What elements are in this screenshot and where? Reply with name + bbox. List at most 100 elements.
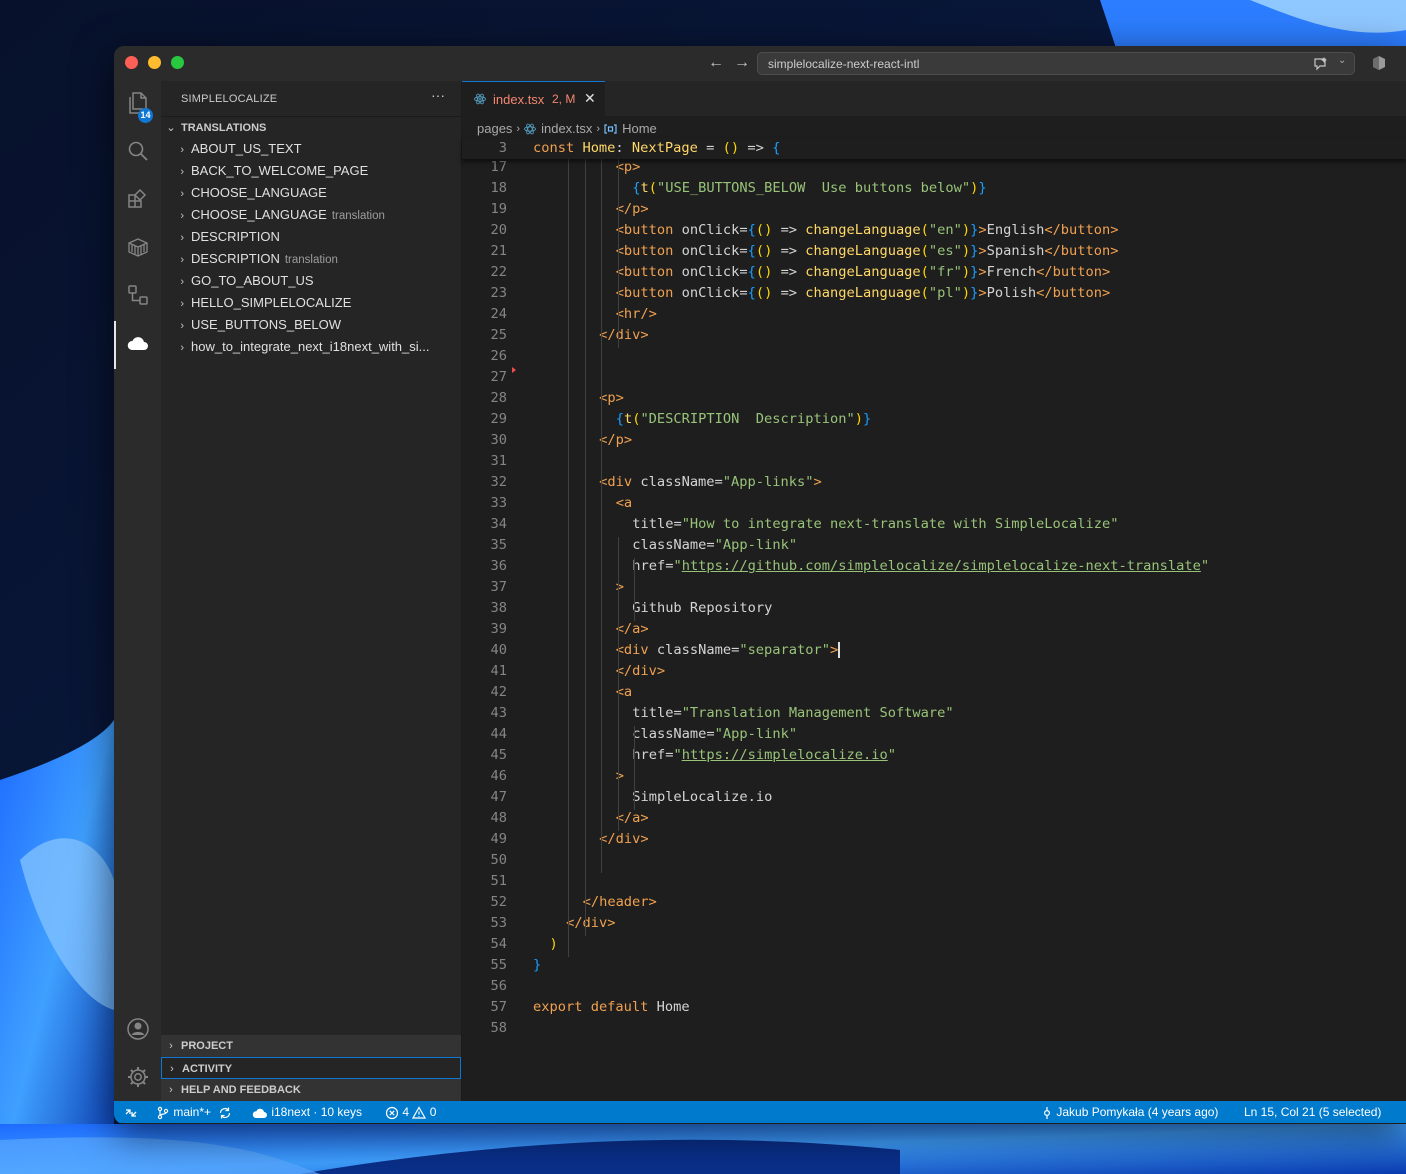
code-line: className="App-link" [632, 537, 798, 553]
indent-guide [634, 726, 636, 810]
breadcrumb-folder[interactable]: pages [477, 121, 512, 136]
translation-key-item[interactable]: › ABOUT_US_TEXT [161, 138, 461, 160]
line-number: 30 [490, 432, 507, 448]
indent-guide [617, 537, 619, 831]
translation-key-item[interactable]: › how_to_integrate_next_i18next_with_si..… [161, 336, 461, 358]
line-number: 33 [490, 495, 507, 511]
close-window-button[interactable] [125, 56, 138, 69]
explorer-activity[interactable]: 14 [114, 83, 161, 123]
code-line: title="How to integrate next-translate w… [632, 516, 1119, 532]
problems-indicator[interactable]: 4 0 [385, 1101, 436, 1123]
translation-key-item[interactable]: › DESCRIPTION [161, 226, 461, 248]
code-line: </div> [566, 915, 616, 931]
chevron-right-icon: › [180, 276, 184, 288]
project-section-header[interactable]: › PROJECT [161, 1035, 461, 1057]
remote-explorer-activity[interactable] [114, 227, 161, 267]
translation-key-label: ABOUT_US_TEXT [191, 141, 302, 156]
line-number: 17 [490, 159, 507, 175]
translation-key-label: BACK_TO_WELCOME_PAGE [191, 163, 369, 178]
cursor-position[interactable]: Ln 15, Col 21 (5 selected) [1244, 1101, 1381, 1123]
chevron-right-icon: › [180, 166, 184, 178]
git-blame-indicator[interactable]: Jakub Pomykała (4 years ago) [1041, 1101, 1218, 1123]
help-feedback-section-header[interactable]: › HELP AND FEEDBACK [161, 1079, 461, 1101]
extensions-activity[interactable] [114, 179, 161, 219]
editor-tab-bar: index.tsx 2, M ✕ [462, 81, 1406, 116]
symbol-variable-icon [604, 123, 617, 134]
back-arrow-icon[interactable]: ← [708, 54, 724, 72]
translation-key-label: USE_BUTTONS_BELOW [191, 317, 342, 332]
breadcrumb: pages › index.tsx › Home [477, 120, 657, 138]
breadcrumb-symbol[interactable]: Home [622, 121, 657, 136]
line-number: 51 [490, 873, 507, 889]
sync-icon[interactable] [218, 1106, 232, 1120]
tab-index-tsx[interactable]: index.tsx 2, M ✕ [462, 81, 605, 116]
chevron-right-icon: › [516, 122, 521, 135]
translation-key-item[interactable]: › GO_TO_ABOUT_US [161, 270, 461, 292]
line-number: 40 [490, 642, 507, 658]
activity-section-header[interactable]: › ACTIVITY [161, 1057, 461, 1079]
code-line: </p> [615, 201, 649, 217]
chevron-right-icon: › [169, 1084, 173, 1096]
translation-key-label: DESCRIPTION [191, 229, 280, 244]
code-line: </p> [599, 432, 633, 448]
line-number: 45 [490, 747, 507, 763]
breadcrumb-file[interactable]: index.tsx [541, 121, 592, 136]
copilot-chat-icon[interactable] [1313, 56, 1329, 72]
section-title: HELP AND FEEDBACK [181, 1084, 301, 1096]
search-activity[interactable] [114, 131, 161, 171]
accounts-layout-icon[interactable] [1372, 56, 1386, 70]
translation-key-item[interactable]: › HELLO_SIMPLELOCALIZE [161, 292, 461, 314]
translations-section-header[interactable]: ⌄ TRANSLATIONS [161, 116, 461, 138]
line-number: 53 [490, 915, 507, 931]
sidebar-title: SIMPLELOCALIZE [181, 93, 278, 105]
code-line: href="https://simplelocalize.io" [632, 747, 896, 763]
translation-key-label: GO_TO_ABOUT_US [191, 273, 314, 288]
accounts-activity[interactable] [114, 1009, 161, 1049]
status-bar: main*+ i18next · 10 keys 4 0 Jakub Pomyk… [114, 1101, 1406, 1123]
command-center-search[interactable]: simplelocalize-next-react-intl ⌄ [757, 52, 1355, 75]
chevron-right-icon: › [180, 188, 184, 200]
translation-key-item[interactable]: › CHOOSE_LANGUAGE [161, 182, 461, 204]
translation-key-item[interactable]: › DESCRIPTION translation [161, 248, 461, 270]
section-title: ACTIVITY [182, 1063, 233, 1075]
git-graph-icon [127, 285, 148, 305]
line-number: 23 [490, 285, 507, 301]
code-line: <button onClick={() => changeLanguage("f… [615, 264, 1111, 280]
zoom-window-button[interactable] [171, 56, 184, 69]
active-indicator [114, 321, 116, 369]
chevron-down-icon[interactable]: ⌄ [1338, 55, 1346, 66]
container-box-icon [127, 238, 148, 257]
code-line: </a> [615, 621, 649, 637]
translation-key-item[interactable]: › CHOOSE_LANGUAGE translation [161, 204, 461, 226]
line-number: 22 [490, 264, 507, 280]
code-line: <button onClick={() => changeLanguage("e… [615, 222, 1119, 238]
git-branch-icon [157, 1106, 169, 1120]
error-icon [385, 1106, 399, 1119]
code-editor[interactable]: 17 <p> 18 {t("USE_BUTTONS_BELOW Use buttons… [462, 159, 1406, 1099]
more-actions-icon[interactable]: ··· [431, 87, 445, 103]
line-number: 38 [490, 600, 507, 616]
line-number: 43 [490, 705, 507, 721]
close-icon[interactable]: ✕ [584, 90, 596, 107]
manage-activity[interactable] [114, 1057, 161, 1097]
minimize-window-button[interactable] [148, 56, 161, 69]
chevron-right-icon: › [169, 1040, 173, 1052]
line-number: 47 [490, 789, 507, 805]
indent-guide [634, 558, 636, 621]
cloud-icon [252, 1108, 267, 1118]
chevron-right-icon: › [180, 342, 184, 354]
branch-indicator[interactable]: main*+ [156, 1101, 232, 1123]
remote-icon[interactable] [124, 1101, 138, 1123]
sticky-scroll-line[interactable]: 3 const Home: NextPage = () => { [462, 138, 1406, 159]
translation-key-item[interactable]: › BACK_TO_WELCOME_PAGE [161, 160, 461, 182]
indent-guide [617, 159, 619, 348]
search-icon [128, 141, 148, 161]
source-control-graph-activity[interactable] [114, 275, 161, 315]
forward-arrow-icon[interactable]: → [734, 54, 750, 72]
gear-icon [127, 1067, 148, 1087]
i18n-keys-indicator[interactable]: i18next · 10 keys [252, 1101, 362, 1123]
vscode-window: ← → simplelocalize-next-react-intl ⌄ 14 [114, 46, 1406, 1124]
translation-key-item[interactable]: › USE_BUTTONS_BELOW [161, 314, 461, 336]
line-number: 54 [490, 936, 507, 952]
simplelocalize-activity[interactable] [114, 323, 161, 363]
